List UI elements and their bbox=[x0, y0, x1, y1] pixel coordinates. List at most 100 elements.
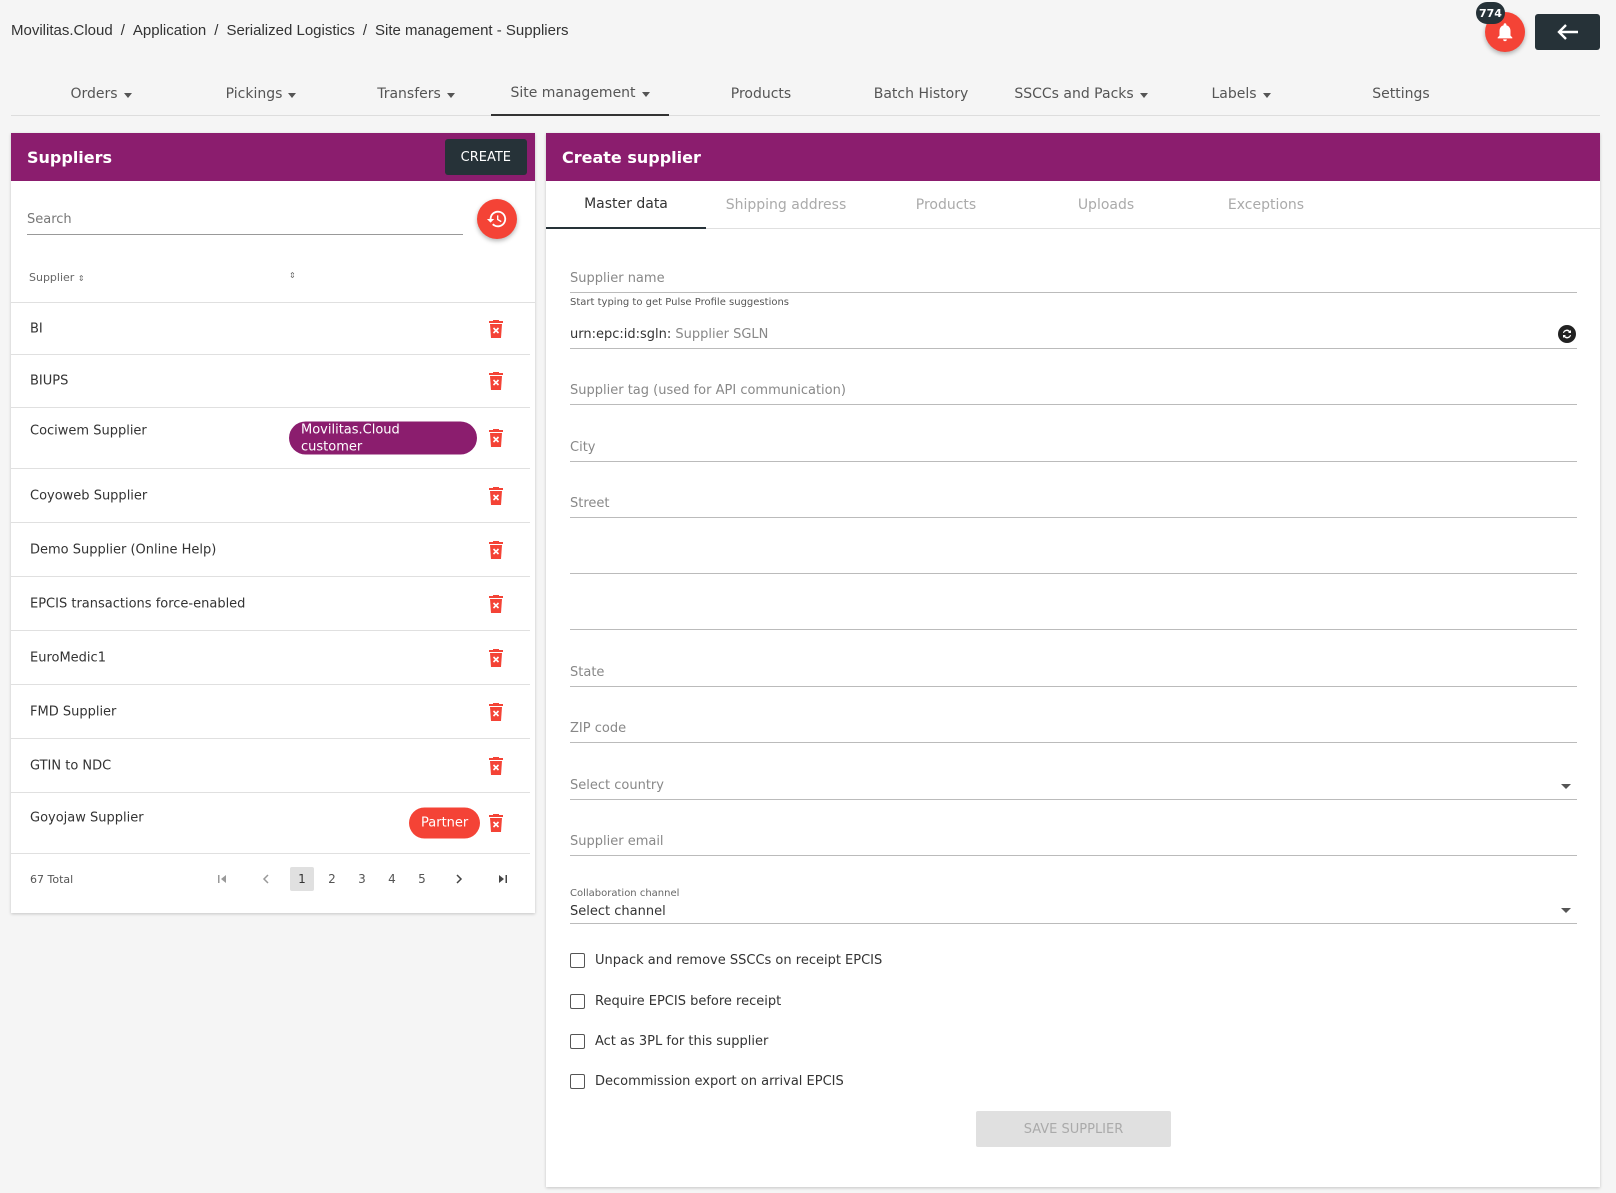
country-select[interactable]: Select country bbox=[570, 770, 1577, 800]
checkbox-unpack-sscc[interactable]: Unpack and remove SSCCs on receipt EPCIS bbox=[570, 953, 882, 968]
table-row[interactable]: EuroMedic1 bbox=[11, 631, 530, 685]
delete-icon[interactable] bbox=[488, 319, 504, 338]
tab-settings[interactable]: Settings bbox=[1321, 72, 1481, 116]
supplier-name: GTIN to NDC bbox=[30, 758, 112, 773]
tab-label: Settings bbox=[1372, 86, 1430, 102]
tab-transfers[interactable]: Transfers bbox=[341, 72, 491, 116]
page-button[interactable]: 4 bbox=[380, 867, 404, 891]
delete-icon[interactable] bbox=[488, 648, 504, 667]
field-placeholder: ZIP code bbox=[570, 721, 627, 736]
breadcrumb-separator: / bbox=[362, 22, 368, 39]
reset-history-button[interactable] bbox=[477, 199, 517, 239]
table-row[interactable]: FMD Supplier bbox=[11, 685, 530, 739]
delete-icon[interactable] bbox=[488, 594, 504, 613]
street-field[interactable]: Street bbox=[570, 488, 1577, 518]
street-line-3-field[interactable] bbox=[570, 600, 1577, 630]
sgln-prefix: urn:epc:id:sgln: bbox=[570, 327, 672, 342]
back-button[interactable] bbox=[1535, 14, 1600, 50]
supplier-name: Cociwem Supplier bbox=[30, 423, 147, 439]
search-input[interactable] bbox=[27, 205, 463, 234]
tab-pickings[interactable]: Pickings bbox=[186, 72, 336, 116]
city-field[interactable]: City bbox=[570, 432, 1577, 462]
collaboration-channel-select[interactable]: Select channel bbox=[570, 898, 1577, 924]
checkbox[interactable] bbox=[570, 1074, 585, 1089]
tab-label: Orders bbox=[70, 86, 118, 102]
supplier-name: Coyoweb Supplier bbox=[30, 488, 148, 503]
supplier-tag-field[interactable]: Supplier tag (used for API communication… bbox=[570, 375, 1577, 405]
tab-label: SSCCs and Packs bbox=[1014, 86, 1134, 102]
zip-code-field[interactable]: ZIP code bbox=[570, 713, 1577, 743]
delete-icon[interactable] bbox=[488, 372, 504, 390]
breadcrumb-item[interactable]: Serialized Logistics bbox=[226, 22, 354, 39]
last-page-icon[interactable] bbox=[491, 867, 515, 891]
checkbox[interactable] bbox=[570, 1034, 585, 1049]
delete-icon[interactable] bbox=[488, 814, 504, 832]
breadcrumb-item[interactable]: Application bbox=[133, 22, 206, 39]
tab-site-management[interactable]: Site management bbox=[491, 72, 669, 116]
page-button[interactable]: 2 bbox=[320, 867, 344, 891]
tab-shipping-address[interactable]: Shipping address bbox=[706, 181, 866, 229]
delete-icon[interactable] bbox=[488, 486, 504, 505]
table-row[interactable]: Coyoweb Supplier bbox=[11, 469, 530, 523]
breadcrumb-item: Site management - Suppliers bbox=[375, 22, 569, 39]
tab-ssccs-and-packs[interactable]: SSCCs and Packs bbox=[1001, 72, 1161, 116]
panel-title: Suppliers bbox=[27, 147, 113, 167]
delete-icon[interactable] bbox=[488, 540, 504, 559]
delete-icon[interactable] bbox=[488, 702, 504, 721]
tab-exceptions[interactable]: Exceptions bbox=[1186, 181, 1346, 229]
checkbox[interactable] bbox=[570, 953, 585, 968]
chevron-down-icon bbox=[1561, 784, 1571, 789]
delete-icon[interactable] bbox=[488, 429, 504, 447]
save-supplier-button[interactable]: SAVE SUPPLIER bbox=[976, 1111, 1171, 1147]
sgln-placeholder: Supplier SGLN bbox=[675, 327, 769, 342]
breadcrumb: Movilitas.Cloud / Application / Serializ… bbox=[11, 22, 568, 39]
field-placeholder: Supplier tag (used for API communication… bbox=[570, 383, 846, 398]
table-row[interactable]: EPCIS transactions force-enabled bbox=[11, 577, 530, 631]
page-button[interactable]: 3 bbox=[350, 867, 374, 891]
suppliers-header: Suppliers CREATE bbox=[11, 133, 535, 181]
caret-down-icon bbox=[123, 92, 132, 98]
supplier-sgln-field[interactable]: urn:epc:id:sgln: Supplier SGLN bbox=[570, 319, 1577, 349]
checkbox[interactable] bbox=[570, 994, 585, 1009]
table-row[interactable]: GTIN to NDC bbox=[11, 739, 530, 793]
pagination: 67 Total 1 2 3 4 5 bbox=[11, 858, 535, 902]
tab-products[interactable]: Products bbox=[866, 181, 1026, 229]
column-header-supplier[interactable]: Supplier ⇕ bbox=[29, 271, 85, 284]
table-row[interactable]: Goyojaw Supplier Partner bbox=[11, 793, 530, 854]
table-header: Supplier ⇕ ⇕ bbox=[11, 259, 535, 303]
supplier-name-field[interactable]: Supplier name bbox=[570, 263, 1577, 293]
tab-batch-history[interactable]: Batch History bbox=[841, 72, 1001, 116]
checkbox-label: Unpack and remove SSCCs on receipt EPCIS bbox=[595, 953, 883, 968]
supplier-email-field[interactable]: Supplier email bbox=[570, 826, 1577, 856]
sort-icon[interactable]: ⇕ bbox=[289, 271, 296, 280]
first-page-icon[interactable] bbox=[210, 867, 234, 891]
previous-page-icon[interactable] bbox=[254, 867, 278, 891]
checkbox-decommission-export[interactable]: Decommission export on arrival EPCIS bbox=[570, 1074, 844, 1089]
supplier-name: Demo Supplier (Online Help) bbox=[30, 542, 217, 557]
tab-master-data[interactable]: Master data bbox=[546, 181, 706, 229]
tab-label: Transfers bbox=[377, 86, 441, 102]
next-page-icon[interactable] bbox=[447, 867, 471, 891]
delete-icon[interactable] bbox=[488, 756, 504, 775]
create-button[interactable]: CREATE bbox=[444, 139, 527, 175]
breadcrumb-item[interactable]: Movilitas.Cloud bbox=[11, 22, 113, 39]
checkbox-require-epcis[interactable]: Require EPCIS before receipt bbox=[570, 994, 781, 1009]
table-row[interactable]: Demo Supplier (Online Help) bbox=[11, 523, 530, 577]
tab-orders[interactable]: Orders bbox=[31, 72, 171, 116]
chevron-down-icon bbox=[1561, 908, 1571, 913]
page-button[interactable]: 5 bbox=[410, 867, 434, 891]
arrow-left-icon bbox=[1556, 24, 1578, 40]
page-button[interactable]: 1 bbox=[290, 867, 314, 891]
refresh-icon[interactable] bbox=[1557, 324, 1577, 344]
table-row[interactable]: BI bbox=[11, 303, 530, 355]
create-supplier-panel: Create supplier Master data Shipping add… bbox=[546, 133, 1600, 1187]
table-row[interactable]: BIUPS bbox=[11, 355, 530, 408]
checkbox-act-as-3pl[interactable]: Act as 3PL for this supplier bbox=[570, 1034, 768, 1049]
state-field[interactable]: State bbox=[570, 657, 1577, 687]
tab-uploads[interactable]: Uploads bbox=[1026, 181, 1186, 229]
tab-products[interactable]: Products bbox=[681, 72, 841, 116]
tab-labels[interactable]: Labels bbox=[1161, 72, 1321, 116]
street-line-2-field[interactable] bbox=[570, 544, 1577, 574]
table-row[interactable]: Cociwem Supplier Movilitas.Cloud custome… bbox=[11, 408, 530, 469]
customer-chip: Movilitas.Cloud customer bbox=[289, 421, 477, 455]
